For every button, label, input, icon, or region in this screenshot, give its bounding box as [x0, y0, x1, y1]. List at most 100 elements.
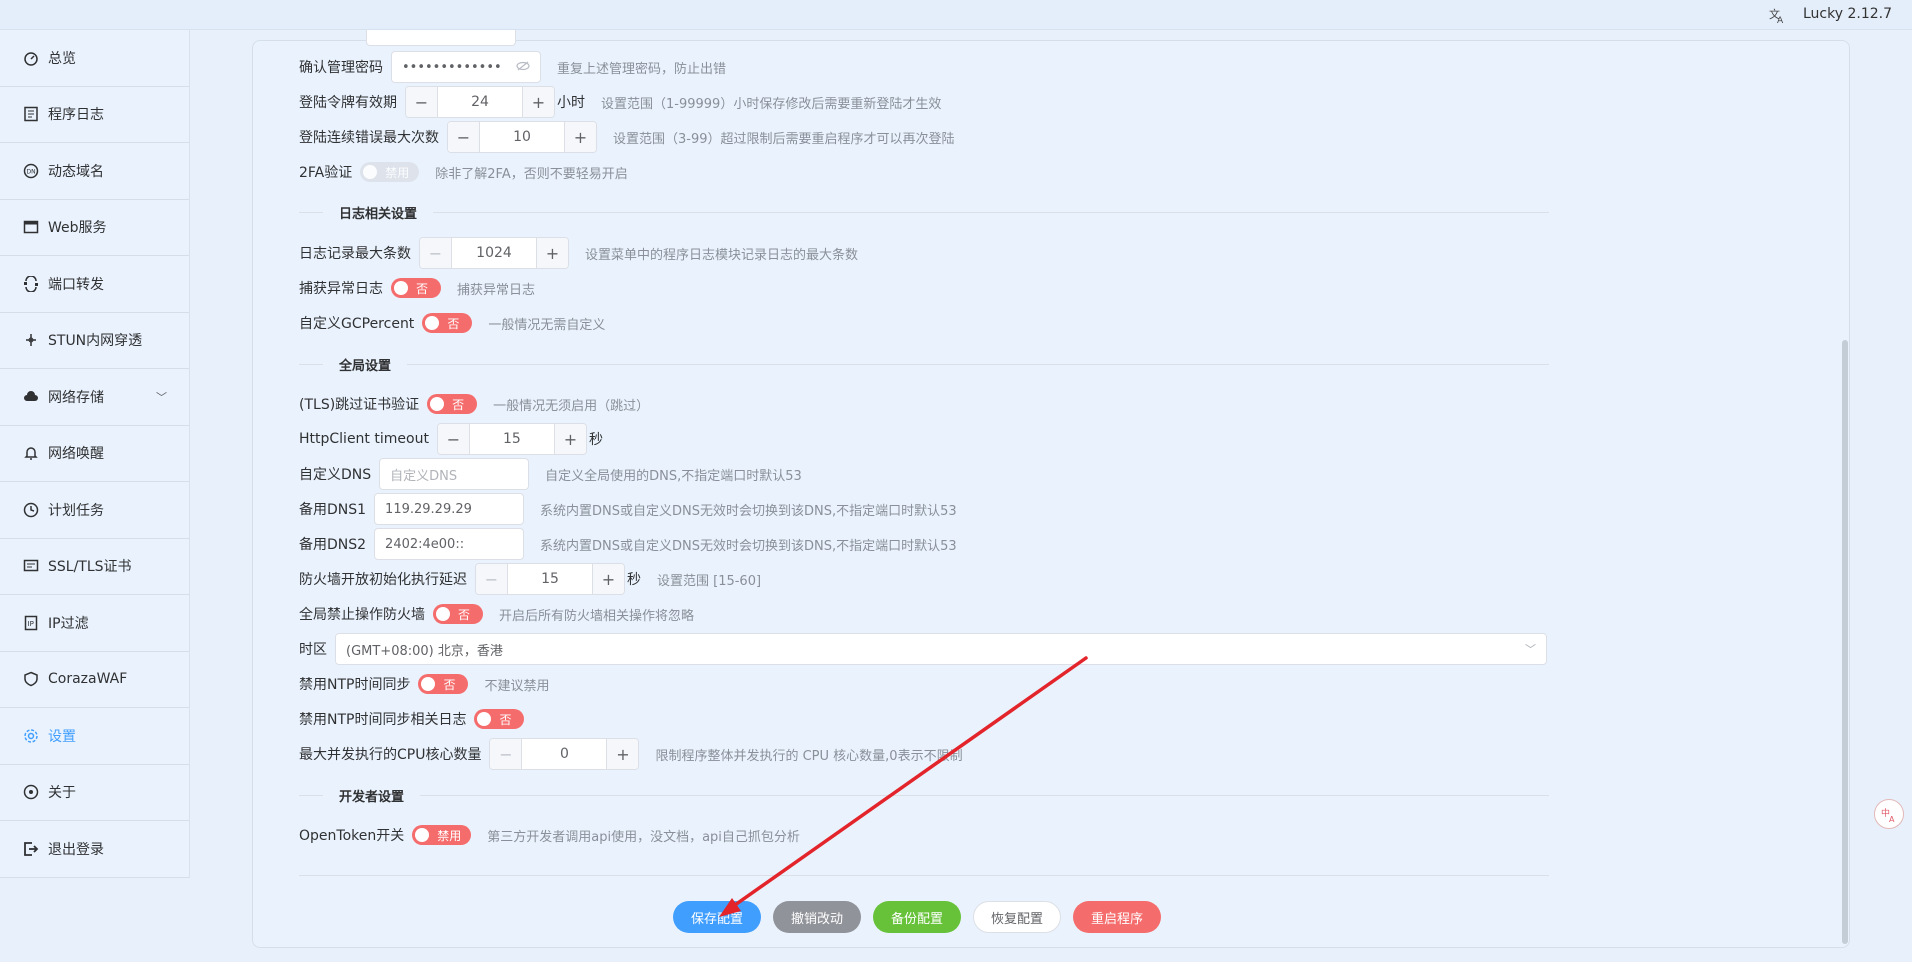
max-login-errors-hint: 设置范围（3-99）超过限制后需要重启程序才可以再次登陆	[613, 131, 955, 147]
http-timeout-row: HttpClient timeout − 15 + 秒	[299, 423, 603, 455]
twofa-switch[interactable]: 禁用	[360, 162, 420, 182]
firewall-disable-label: 全局禁止操作防火墙	[299, 607, 425, 623]
sidebar-item-ip-filter[interactable]: IP IP过滤	[0, 595, 189, 652]
open-token-hint: 第三方开发者调用api使用，没文档，api自己抓包分析	[487, 829, 800, 845]
decrement-button[interactable]: −	[406, 87, 438, 117]
ntp-log-label: 禁用NTP时间同步相关日志	[299, 712, 467, 728]
confirm-password-row: 确认管理密码 ••••••••••••• 重复上述管理密码，防止出错	[299, 51, 726, 83]
translate-icon[interactable]: 中A	[1874, 799, 1904, 829]
increment-button[interactable]: +	[592, 564, 624, 594]
sidebar-item-web[interactable]: Web服务	[0, 200, 189, 256]
http-timeout-value[interactable]: 15	[470, 424, 554, 454]
max-cpu-stepper[interactable]: − 0 +	[489, 738, 640, 770]
sidebar-item-ddns[interactable]: DN 动态域名	[0, 143, 189, 200]
app-version: Lucky 2.12.7	[1803, 6, 1892, 22]
decrement-button[interactable]: −	[476, 564, 508, 594]
sidebar-item-schedule[interactable]: 计划任务	[0, 482, 189, 539]
firewall-delay-stepper[interactable]: − 15 +	[475, 563, 625, 595]
restore-config-button[interactable]: 恢复配置	[973, 901, 1061, 933]
capture-error-log-switch[interactable]: 否	[391, 278, 441, 298]
max-login-errors-value[interactable]: 10	[480, 122, 564, 152]
sidebar-item-label: Web服务	[48, 220, 107, 237]
backup-config-button[interactable]: 备份配置	[873, 901, 961, 933]
divider-line	[407, 363, 1549, 365]
timezone-select[interactable]: (GMT+08:00) 北京，香港 ﹀	[335, 633, 1547, 665]
log-max-value[interactable]: 1024	[452, 238, 536, 268]
open-token-label: OpenToken开关	[299, 828, 405, 844]
restart-program-button[interactable]: 重启程序	[1073, 901, 1161, 933]
backup-dns2-row: 备用DNS2 2402:4e00:: 系统内置DNS或自定义DNS无效时会切换到…	[299, 528, 957, 560]
decrement-button[interactable]: −	[490, 739, 523, 769]
token-valid-value[interactable]: 24	[438, 87, 522, 117]
firewall-delay-hint: 设置范围 [15-60]	[657, 573, 762, 589]
tls-skip-label: (TLS)跳过证书验证	[299, 397, 420, 413]
sidebar-item-overview[interactable]: 总览	[0, 30, 189, 87]
sidebar-item-logs[interactable]: 程序日志	[0, 87, 189, 143]
increment-button[interactable]: +	[522, 87, 554, 117]
switch-knob	[436, 607, 450, 621]
max-cpu-value[interactable]: 0	[522, 739, 606, 769]
decrement-button[interactable]: −	[420, 238, 452, 268]
save-config-button[interactable]: 保存配置	[673, 901, 761, 933]
ntp-disable-row: 禁用NTP时间同步 否 不建议禁用	[299, 668, 549, 700]
sidebar-item-label: 退出登录	[48, 841, 104, 858]
http-timeout-unit: 秒	[588, 432, 603, 448]
switch-knob	[430, 397, 445, 411]
increment-button[interactable]: +	[553, 424, 586, 454]
translate-icon[interactable]: 文A	[1767, 5, 1787, 25]
log-max-row: 日志记录最大条数 − 1024 + 设置菜单中的程序日志模块记录日志的最大条数	[299, 237, 858, 269]
revert-changes-button[interactable]: 撤销改动	[773, 901, 861, 933]
token-valid-stepper[interactable]: − 24 +	[405, 86, 555, 118]
sidebar-item-ssl[interactable]: SSL/TLS证书	[0, 539, 189, 595]
backup-dns2-input[interactable]: 2402:4e00::	[374, 528, 525, 560]
sidebar-item-settings[interactable]: 设置	[0, 708, 189, 765]
max-cpu-hint: 限制程序整体并发执行的 CPU 核心数量,0表示不限制	[655, 748, 963, 764]
ntp-disable-switch[interactable]: 否	[418, 674, 469, 694]
sidebar-item-storage[interactable]: 网络存储 ﹀	[0, 369, 189, 426]
gc-percent-label: 自定义GCPercent	[299, 316, 415, 332]
divider-line	[299, 794, 323, 796]
max-cpu-label: 最大并发执行的CPU核心数量	[299, 747, 482, 763]
tls-skip-switch[interactable]: 否	[427, 394, 478, 414]
vertical-scrollbar[interactable]	[1842, 340, 1848, 944]
sidebar-item-about[interactable]: 关于	[0, 765, 189, 821]
custom-dns-input[interactable]: 自定义DNS	[379, 458, 530, 490]
ntp-disable-switch-text: 否	[443, 677, 456, 692]
log-max-label: 日志记录最大条数	[299, 246, 411, 262]
http-timeout-stepper[interactable]: − 15 +	[436, 423, 587, 455]
gc-percent-switch-text: 否	[447, 316, 460, 331]
developer-settings-title: 开发者设置	[339, 789, 405, 805]
sidebar-item-waf[interactable]: CorazaWAF	[0, 652, 189, 708]
open-token-switch[interactable]: 禁用	[412, 825, 472, 845]
ntp-log-row: 禁用NTP时间同步相关日志 否	[299, 703, 525, 735]
ntp-log-switch[interactable]: 否	[474, 709, 525, 729]
firewall-disable-switch-text: 否	[458, 607, 471, 622]
backup-dns1-input[interactable]: 119.29.29.29	[374, 493, 525, 525]
firewall-disable-switch[interactable]: 否	[433, 604, 483, 624]
open-token-row: OpenToken开关 禁用 第三方开发者调用api使用，没文档，api自己抓包…	[299, 819, 800, 851]
increment-button[interactable]: +	[606, 739, 639, 769]
decrement-button[interactable]: −	[448, 122, 480, 152]
sidebar-item-logout[interactable]: 退出登录	[0, 821, 189, 878]
switch-knob	[421, 677, 436, 691]
sidebar-item-port-forward[interactable]: 端口转发	[0, 256, 189, 313]
sidebar-item-wol[interactable]: 网络唤醒	[0, 426, 189, 482]
max-login-errors-stepper[interactable]: − 10 +	[447, 121, 597, 153]
token-valid-hint: 设置范围（1-99999）小时保存修改后需要重新登陆才生效	[601, 96, 942, 112]
twofa-label: 2FA验证	[299, 165, 353, 181]
firewall-delay-value[interactable]: 15	[508, 564, 592, 594]
ip-filter-icon: IP	[22, 614, 40, 632]
log-max-stepper[interactable]: − 1024 +	[419, 237, 569, 269]
decrement-button[interactable]: −	[437, 424, 470, 454]
confirm-password-input[interactable]: •••••••••••••	[391, 51, 541, 83]
form-footer-divider	[299, 875, 1549, 876]
increment-button[interactable]: +	[536, 238, 568, 268]
custom-dns-label: 自定义DNS	[299, 467, 372, 483]
sidebar-item-stun[interactable]: STUN内网穿透	[0, 313, 189, 369]
admin-password-input-partial[interactable]	[366, 30, 516, 46]
gc-percent-switch[interactable]: 否	[422, 313, 473, 333]
developer-settings-divider: 开发者设置	[299, 785, 1549, 805]
increment-button[interactable]: +	[564, 122, 596, 152]
firewall-disable-row: 全局禁止操作防火墙 否 开启后所有防火墙相关操作将忽略	[299, 598, 694, 630]
eye-off-icon[interactable]	[516, 60, 530, 74]
